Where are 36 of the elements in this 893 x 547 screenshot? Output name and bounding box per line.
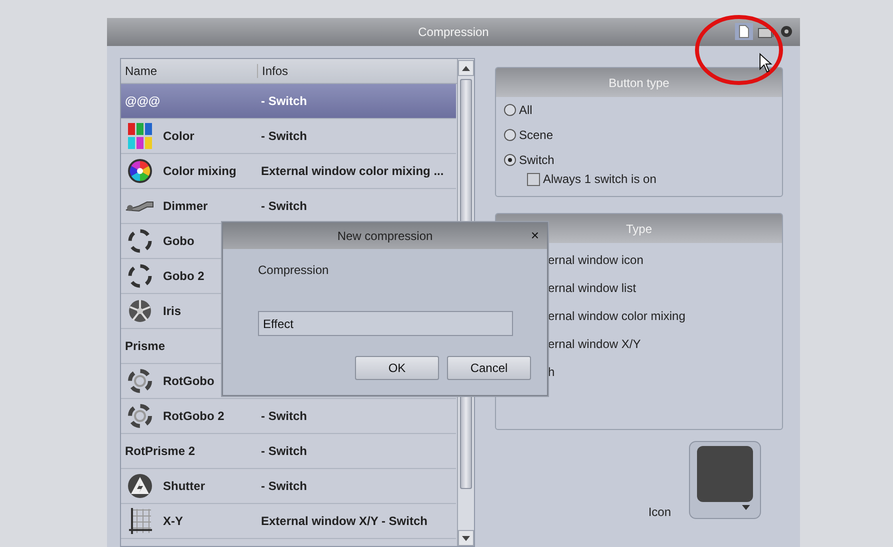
- row-info: - Switch: [261, 199, 308, 213]
- row-name: RotGobo: [163, 374, 214, 388]
- dialog-title: New compression: [337, 229, 433, 243]
- row-name: Color mixing: [163, 164, 236, 178]
- row-name: Gobo 2: [163, 269, 204, 283]
- row-info: - Switch: [261, 129, 308, 143]
- row-name: Color: [163, 129, 194, 143]
- row-info: External window X/Y - Switch: [261, 514, 428, 528]
- type-option-label: ernal window X/Y: [548, 337, 642, 351]
- row-info: - Switch: [261, 444, 308, 458]
- row-name: Iris: [163, 304, 182, 318]
- type-option-label: ernal window list: [548, 281, 638, 295]
- row-name: @@@: [125, 94, 160, 108]
- row-info: - Switch: [261, 409, 308, 423]
- row-info: External window color mixing ...: [261, 164, 444, 178]
- panel-title: Type: [626, 222, 652, 236]
- checkbox-label: Always 1 switch is on: [543, 172, 656, 186]
- type-option-label: ernal window color mixing: [548, 309, 686, 323]
- type-option-label: ernal window icon: [548, 253, 644, 267]
- row-name: Shutter: [163, 479, 205, 493]
- field-label: Compression: [257, 262, 330, 277]
- row-name: Prisme: [125, 339, 166, 353]
- row-name: X-Y: [163, 514, 184, 528]
- row-name: RotGobo 2: [163, 409, 224, 423]
- type-option-label: h: [548, 365, 556, 379]
- row-info: - Switch: [261, 479, 308, 493]
- radio-label: Scene: [519, 128, 554, 142]
- row-name: Gobo: [163, 234, 194, 248]
- row-name: Dimmer: [163, 199, 208, 213]
- icon-label: Icon: [648, 505, 671, 519]
- window-title: Compression: [418, 25, 489, 39]
- row-name: RotPrisme 2: [125, 444, 196, 458]
- radio-label: All: [519, 103, 532, 117]
- row-info: - Switch: [261, 94, 308, 108]
- radio-label: Switch: [519, 153, 554, 167]
- panel-title: Button type: [608, 76, 670, 90]
